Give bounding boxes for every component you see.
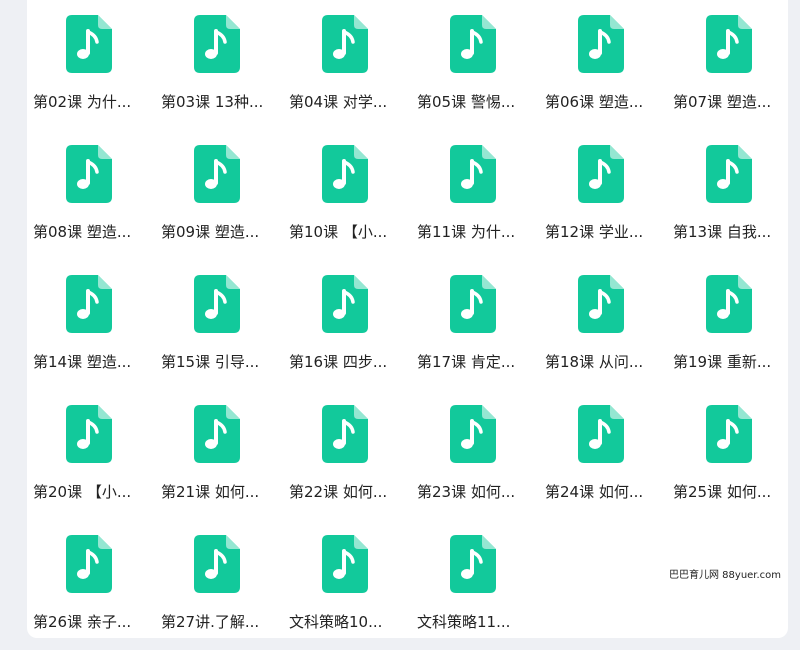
file-item[interactable]: 第02课 为什... <box>27 0 155 130</box>
file-item[interactable]: 第15课 引导... <box>155 260 283 390</box>
file-name: 第08课 塑造... <box>33 223 132 241</box>
file-item[interactable]: 第22课 如何... <box>283 390 411 520</box>
music-file-icon <box>578 15 624 73</box>
music-file-icon <box>578 145 624 203</box>
file-item[interactable]: 第06课 塑造... <box>539 0 667 130</box>
music-file-icon <box>66 535 112 593</box>
music-file-icon <box>66 405 112 463</box>
file-name: 第12课 学业... <box>545 223 644 241</box>
music-file-icon <box>322 405 368 463</box>
music-file-icon <box>66 145 112 203</box>
file-item[interactable]: 第05课 警惕... <box>411 0 539 130</box>
music-file-icon <box>322 535 368 593</box>
music-file-icon <box>450 535 496 593</box>
file-name: 文科策略11... <box>417 613 511 631</box>
file-name: 第21课 如何... <box>161 483 260 501</box>
file-name: 第25课 如何... <box>673 483 772 501</box>
file-name: 第15课 引导... <box>161 353 260 371</box>
file-item[interactable]: 第04课 对学... <box>283 0 411 130</box>
file-name: 第09课 塑造... <box>161 223 260 241</box>
file-name: 第18课 从问... <box>545 353 644 371</box>
file-item[interactable]: 第18课 从问... <box>539 260 667 390</box>
file-name: 第10课 【小... <box>289 223 388 241</box>
file-item[interactable]: 第26课 亲子... <box>27 520 155 650</box>
file-name: 第11课 为什... <box>417 223 516 241</box>
music-file-icon <box>66 275 112 333</box>
file-item[interactable]: 文科策略11... <box>411 520 539 650</box>
music-file-icon <box>706 275 752 333</box>
file-name: 第22课 如何... <box>289 483 388 501</box>
music-file-icon <box>322 15 368 73</box>
file-name: 第17课 肯定... <box>417 353 516 371</box>
music-file-icon <box>706 15 752 73</box>
file-item[interactable]: 第17课 肯定... <box>411 260 539 390</box>
file-item[interactable]: 第07课 塑造... <box>667 0 795 130</box>
music-file-icon <box>706 145 752 203</box>
file-name: 第27讲.了解... <box>161 613 260 631</box>
file-item[interactable]: 第10课 【小... <box>283 130 411 260</box>
music-file-icon <box>450 405 496 463</box>
file-item[interactable]: 第11课 为什... <box>411 130 539 260</box>
music-file-icon <box>578 275 624 333</box>
file-item[interactable]: 第08课 塑造... <box>27 130 155 260</box>
watermark: 巴巴育儿网 88yuer.com <box>669 570 782 581</box>
file-name: 第03课 13种... <box>161 93 264 111</box>
file-name: 第06课 塑造... <box>545 93 644 111</box>
music-file-icon <box>194 145 240 203</box>
file-grid-panel: 第02课 为什... 第03课 13种... 第04课 对学... 第05课 警惕..… <box>27 0 788 638</box>
file-name: 第13课 自我... <box>673 223 772 241</box>
file-name: 文科策略10... <box>289 613 383 631</box>
music-file-icon <box>706 405 752 463</box>
file-item[interactable]: 第23课 如何... <box>411 390 539 520</box>
file-name: 第26课 亲子... <box>33 613 132 631</box>
file-name: 第19课 重新... <box>673 353 772 371</box>
file-name: 第14课 塑造... <box>33 353 132 371</box>
music-file-icon <box>322 145 368 203</box>
file-item[interactable]: 第03课 13种... <box>155 0 283 130</box>
file-name: 第23课 如何... <box>417 483 516 501</box>
file-item[interactable]: 第12课 学业... <box>539 130 667 260</box>
file-name: 第07课 塑造... <box>673 93 772 111</box>
file-item[interactable]: 文科策略10... <box>283 520 411 650</box>
file-item[interactable]: 第25课 如何... <box>667 390 795 520</box>
file-item[interactable]: 第24课 如何... <box>539 390 667 520</box>
file-name: 第20课 【小... <box>33 483 132 501</box>
file-name: 第05课 警惕... <box>417 93 516 111</box>
music-file-icon <box>194 15 240 73</box>
file-item[interactable]: 第20课 【小... <box>27 390 155 520</box>
music-file-icon <box>322 275 368 333</box>
music-file-icon <box>194 405 240 463</box>
music-file-icon <box>66 15 112 73</box>
music-file-icon <box>450 275 496 333</box>
file-item[interactable]: 第27讲.了解... <box>155 520 283 650</box>
file-name: 第24课 如何... <box>545 483 644 501</box>
file-item[interactable]: 第14课 塑造... <box>27 260 155 390</box>
file-item[interactable]: 第21课 如何... <box>155 390 283 520</box>
file-item[interactable]: 第19课 重新... <box>667 260 795 390</box>
music-file-icon <box>194 535 240 593</box>
file-name: 第16课 四步... <box>289 353 388 371</box>
music-file-icon <box>450 15 496 73</box>
music-file-icon <box>194 275 240 333</box>
file-item[interactable]: 第16课 四步... <box>283 260 411 390</box>
music-file-icon <box>578 405 624 463</box>
file-name: 第04课 对学... <box>289 93 388 111</box>
file-item[interactable]: 第09课 塑造... <box>155 130 283 260</box>
file-item[interactable]: 第13课 自我... <box>667 130 795 260</box>
file-name: 第02课 为什... <box>33 93 132 111</box>
music-file-icon <box>450 145 496 203</box>
